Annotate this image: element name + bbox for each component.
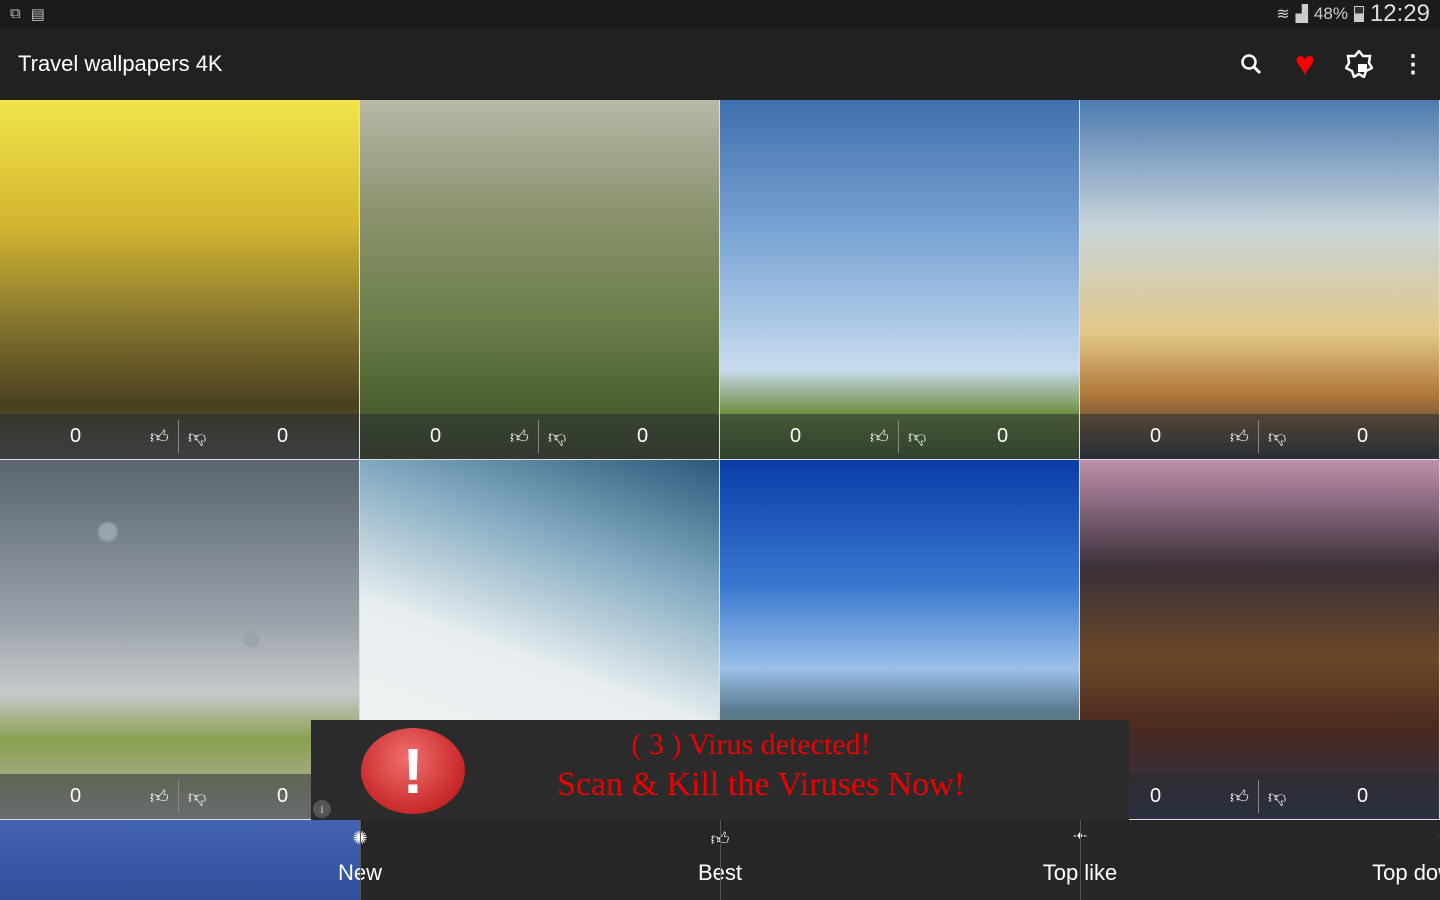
thumb-up-icon[interactable]: 👍︎ (870, 426, 889, 448)
rating-bar: 0 👍︎ 👎︎ 0 (720, 414, 1079, 459)
like-count: 0 (1150, 785, 1162, 807)
dislike-count: 0 (1357, 785, 1369, 807)
rating-bar: 0 👍︎ 👎︎ 0 (0, 774, 359, 819)
dislike-count: 0 (637, 425, 649, 447)
alert-icon: ! (361, 728, 465, 814)
like-count: 0 (70, 425, 82, 447)
ad-info-icon[interactable]: i (313, 800, 331, 818)
bottom-nav: ✺New 👍︎Best -♦-Top like ◔ Top download (0, 820, 1440, 900)
wallpaper-tile[interactable]: 0 👍︎ 👎︎ 0 (720, 100, 1079, 459)
dislike-count: 0 (1357, 425, 1369, 447)
cast-icon: ⧉ (10, 5, 21, 22)
download-icon: ◔ (1261, 828, 1440, 849)
screenshot-icon: ▤ (30, 6, 45, 23)
thumb-up-icon[interactable]: 👍︎ (150, 426, 169, 448)
rating-bar: 0 👍︎ 👎︎ 0 (1080, 774, 1439, 819)
wallpaper-tile[interactable]: 0 👍︎ 👎︎ 0 (1080, 100, 1439, 459)
rating-bar: 0 👍︎ 👎︎ 0 (1080, 414, 1439, 459)
thumb-down-icon[interactable]: 👎︎ (1268, 426, 1286, 448)
app-toolbar: Travel wallpapers 4K ♥ ⋮ (0, 28, 1440, 100)
more-vert-icon[interactable]: ⋮ (1386, 50, 1440, 79)
ad-subline: Scan & Kill the Viruses Now! (556, 766, 966, 803)
thumb-up-icon[interactable]: 👍︎ (510, 426, 529, 448)
like-count: 0 (430, 425, 442, 447)
wallpaper-tile[interactable]: 0 👍︎ 👎︎ 0 (0, 100, 359, 459)
thumb-up-icon[interactable]: 👍︎ (1230, 786, 1249, 808)
tab-label: Top download (1372, 860, 1440, 885)
heart-icon[interactable]: ♥ (1278, 45, 1332, 84)
thumb-down-icon[interactable]: 👎︎ (1268, 786, 1286, 808)
wallpaper-grid: 0 👍︎ 👎︎ 0 0 👍︎ 👎︎ 0 0 👍︎ 👎︎ 0 0 👍︎ 👎︎ 0 0 👍︎ 👎︎ 0 0 👍︎ 👎︎… (0, 100, 1440, 820)
ad-banner[interactable]: ! ( 3 ) Virus detected! Scan & Kill the … (311, 720, 1129, 820)
like-count: 0 (1150, 425, 1162, 447)
tab-top-like[interactable]: -♦- Top like (720, 820, 1117, 900)
wallpaper-tile[interactable]: 0 👍︎ 👎︎ 0 (0, 460, 359, 819)
thumb-down-icon[interactable]: 👎︎ (908, 426, 926, 448)
signal-icon: ▟ (1295, 6, 1308, 23)
dislike-count: 0 (277, 425, 289, 447)
dislike-count: 0 (997, 425, 1009, 447)
tab-new[interactable]: ✺ New (0, 820, 382, 900)
wallpaper-tile[interactable]: 0 👍︎ 👎︎ 0 (1080, 460, 1439, 819)
search-icon[interactable] (1224, 53, 1278, 75)
rating-bar: 0 👍︎ 👎︎ 0 (0, 414, 359, 459)
tab-best[interactable]: 👍︎ Best (360, 820, 742, 900)
wallpaper-tile[interactable]: 0 👍︎ 👎︎ 0 (360, 100, 719, 459)
ad-headline: ( 3 ) Virus detected! (631, 728, 871, 761)
battery-icon (1353, 6, 1364, 22)
thumb-down-icon[interactable]: 👎︎ (548, 426, 566, 448)
rate-badge-icon[interactable] (1332, 50, 1386, 78)
rating-bar: 0 👍︎ 👎︎ 0 (360, 414, 719, 459)
thumb-down-icon[interactable]: 👎︎ (188, 426, 206, 448)
app-title: Travel wallpapers 4K (18, 51, 223, 76)
thumb-up-icon[interactable]: 👍︎ (150, 786, 169, 808)
like-count: 0 (790, 425, 802, 447)
tab-top-download[interactable]: ◔ Top download (1080, 820, 1440, 900)
thumb-down-icon[interactable]: 👎︎ (188, 786, 206, 808)
dislike-count: 0 (277, 785, 289, 807)
thumb-up-icon[interactable]: 👍︎ (1230, 426, 1249, 448)
wifi-icon: ≋ (1276, 6, 1290, 23)
like-count: 0 (70, 785, 82, 807)
battery-percent: 48% (1313, 4, 1348, 23)
clock: 12:29 (1369, 0, 1430, 27)
status-bar: ⧉ ▤ ≋ ▟ 48% 12:29 (0, 0, 1440, 28)
